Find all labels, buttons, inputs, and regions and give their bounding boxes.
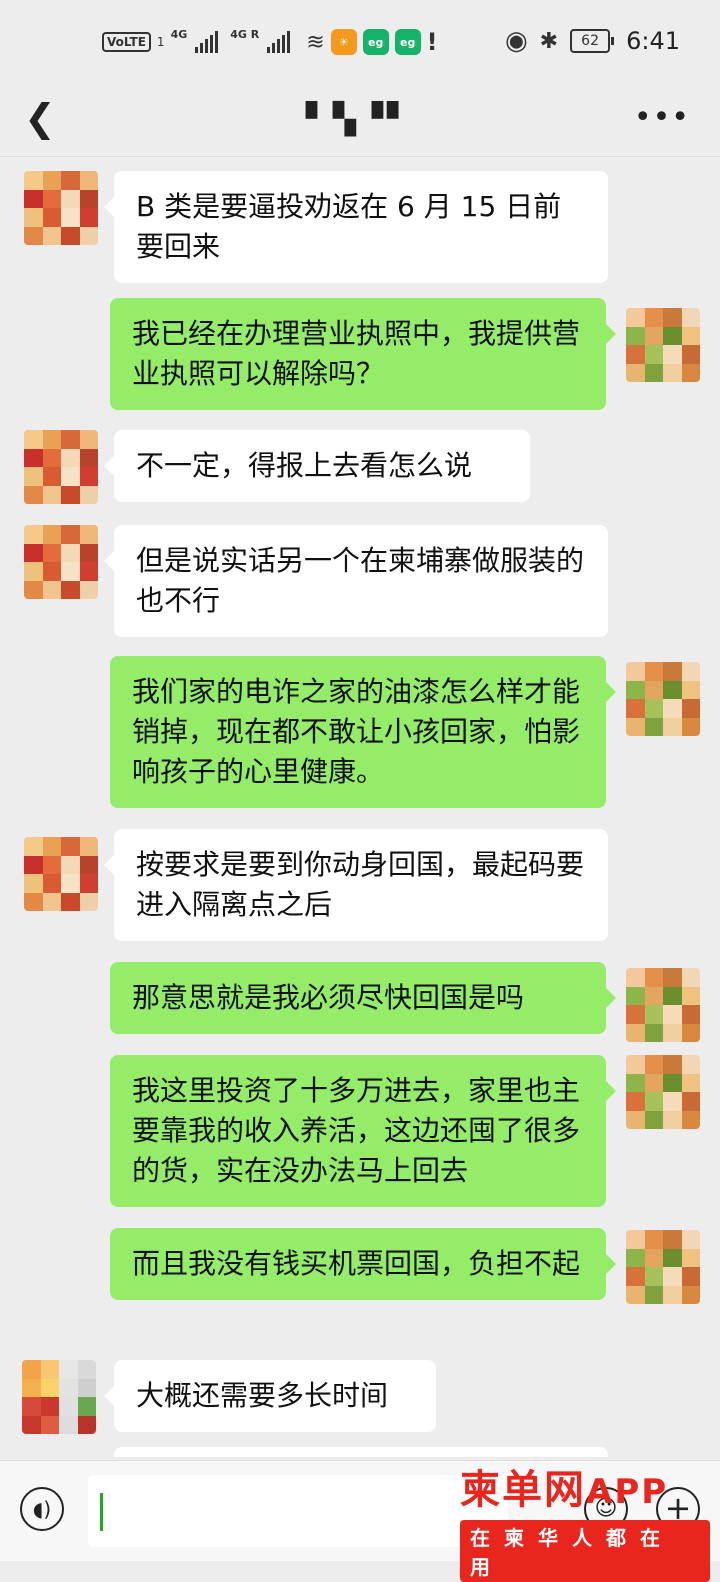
message-bubble[interactable]: 我们家的电诈之家的油漆怎么样才能销掉，现在都不敢让小孩回家，怕影响孩子的心里健康… — [110, 656, 616, 808]
wifi-icon: ≋ — [306, 29, 325, 55]
message-bubble[interactable]: 按要求是要到你动身回国，最起码要进入隔离点之后 — [104, 829, 608, 941]
watermark-title: 柬单网 — [460, 1467, 586, 1513]
my-avatar[interactable] — [626, 968, 700, 1042]
message-bubble[interactable]: 大概还需要多长时间 — [104, 1360, 436, 1432]
watermark-app: APP — [586, 1472, 669, 1512]
message-bubble[interactable]: 而且我没有钱买机票回国，负担不起 — [110, 1228, 616, 1300]
battery-icon: 62 — [570, 29, 615, 53]
message-bubble[interactable]: 不一定，得报上去看怎么说 — [104, 430, 530, 502]
message-bubble[interactable]: 我这里投资了十多万进去，家里也主要靠我的收入养活，这边还囤了很多的货，实在没办法… — [110, 1055, 616, 1207]
message-bubble[interactable]: 那意思就是我必须尽快回国是吗 — [110, 962, 616, 1034]
watermark-logo: 柬单网APP 在柬华人都在用 — [460, 1466, 710, 1582]
signal-icon-2 — [267, 31, 291, 53]
contact-avatar[interactable] — [24, 430, 98, 504]
my-avatar[interactable] — [626, 1230, 700, 1304]
message-bubble[interactable]: 但是说实话另一个在柬埔寨做服装的也不行 — [104, 525, 608, 637]
more-options-icon[interactable]: ••• — [634, 100, 690, 135]
message-bubble[interactable]: 我已经在办理营业执照中，我提供营业执照可以解除吗？ — [110, 298, 616, 410]
signal-icon-1 — [195, 31, 219, 53]
network-type-2: 4G R — [230, 27, 260, 41]
contact-avatar[interactable] — [24, 837, 98, 911]
eye-comfort-icon: ◉ — [504, 26, 528, 56]
orange-app-icon: ☀ — [330, 29, 357, 55]
watermark-slogan: 在柬华人都在用 — [460, 1520, 710, 1582]
network-type-1: 4G — [170, 27, 188, 41]
volte-indicator: VoLTE — [102, 32, 151, 52]
contact-avatar[interactable] — [24, 171, 98, 245]
battery-level: 62 — [570, 29, 611, 53]
my-avatar[interactable] — [626, 308, 700, 382]
message-bubble[interactable]: B 类是要逼投劝返在 6 月 15 日前要回来 — [104, 171, 608, 283]
contact-avatar-food[interactable] — [22, 1360, 96, 1434]
clock: 6:41 — [626, 27, 680, 55]
status-right: ◉ ✱ 62 6:41 — [505, 26, 680, 56]
message-bubble-partial — [114, 1447, 608, 1457]
my-avatar[interactable] — [626, 662, 700, 736]
sim1-indicator: 1 — [156, 35, 165, 49]
text-caret — [100, 1493, 103, 1531]
chat-title: ▘▚▝▘ — [305, 102, 415, 137]
alert-icon: ! — [426, 28, 438, 56]
status-left: VoLTE 1 4G 4G R ≋ ☀ eg eg ! — [102, 28, 438, 56]
status-bar: VoLTE 1 4G 4G R ≋ ☀ eg eg ! ◉ ✱ 62 6:41 — [0, 0, 720, 84]
green-app-icon-1: eg — [362, 29, 389, 55]
bluetooth-icon: ✱ — [539, 28, 559, 54]
green-app-icon-2: eg — [394, 29, 421, 55]
chat-header: ❮ ▘▚▝▘ ••• — [0, 84, 720, 157]
my-avatar[interactable] — [626, 1055, 700, 1129]
message-list[interactable]: B 类是要逼投劝返在 6 月 15 日前要回来 我已经在办理营业执照中，我提供营… — [0, 157, 720, 1457]
message-input[interactable] — [88, 1475, 508, 1547]
voice-input-icon[interactable]: ◖) — [20, 1487, 64, 1531]
contact-avatar[interactable] — [24, 525, 98, 599]
